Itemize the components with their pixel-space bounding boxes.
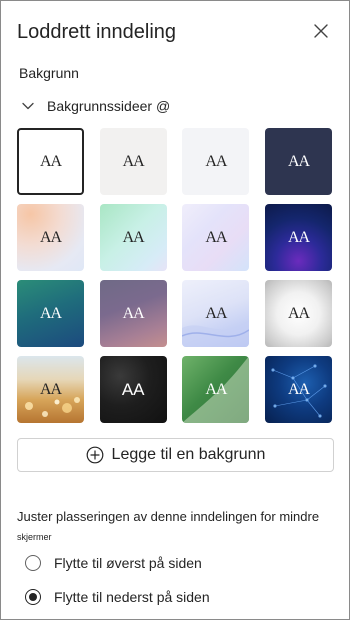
radio-label-bottom: Flytte til nederst på siden [54,589,210,605]
tile-label: AA [39,152,62,170]
bg-tile-light-gray[interactable]: AA [99,128,167,195]
panel-header: Loddrett inndeling [17,19,333,47]
add-circle-icon [86,446,103,464]
tile-label: AA [288,380,310,398]
background-tile-grid: AA AA AA AA AA AA AA AA AA AA AA AA AA A… [17,128,333,423]
tile-label: AA [205,380,227,398]
add-background-button[interactable]: Legge til en bakgrunn [17,438,334,472]
tile-label: AA [288,152,310,170]
bg-tile-white-leaves[interactable]: AA [265,280,333,347]
panel-title: Loddrett inndeling [17,21,177,43]
background-section-label: Bakgrunn [19,65,79,81]
tile-label: AA [288,304,310,322]
bg-tile-blue-wave[interactable]: AA [182,280,250,347]
bg-tile-dark-navy[interactable]: AA [265,128,333,195]
background-group-toggle[interactable]: Bakgrunnssideer @ [19,96,170,116]
bg-tile-pale-gray[interactable]: AA [182,128,250,195]
tile-label: AA [122,152,145,170]
background-group-label: Bakgrunnssideer @ [47,98,171,114]
chevron-down-icon [22,102,34,110]
radio-option-top[interactable]: Flytte til øverst på siden [25,553,202,573]
tile-label: AA [39,228,62,246]
adjust-placement-text: Juster plasseringen av denne inndelingen… [17,509,320,524]
tile-label: AA [122,304,145,322]
radio-option-bottom[interactable]: Flytte til nederst på siden [25,587,210,607]
close-button[interactable] [309,19,333,43]
bg-tile-lavender-gradient[interactable]: AA [182,204,250,271]
tile-label: AA [121,379,145,399]
tile-label: AA [39,304,62,322]
adjust-placement-subtext: skjermer [17,532,52,542]
tile-label: AA [122,228,145,246]
bg-tile-peach-gradient[interactable]: AA [17,204,84,271]
section-panel: Loddrett inndeling Bakgrunn Bakgrunnssid… [0,0,350,620]
bg-tile-gold-bokeh[interactable]: AA [17,356,84,423]
radio-button-top[interactable] [25,555,41,571]
tile-label: AA [205,152,227,170]
bg-tile-black-texture[interactable]: AA [99,356,167,423]
bg-tile-teal-gradient[interactable]: AA [17,280,84,347]
bg-tile-green-curve[interactable]: AA [182,356,250,423]
tile-label: AA [205,304,227,322]
tile-label: AA [39,380,62,398]
bg-tile-white[interactable]: AA [17,128,84,195]
bg-tile-mint-gradient[interactable]: AA [99,204,167,271]
bg-tile-blue-purple-gradient[interactable]: AA [265,204,333,271]
bg-tile-blue-network[interactable]: AA [265,356,333,423]
bg-tile-mauve-gradient[interactable]: AA [99,280,167,347]
radio-button-bottom[interactable] [25,589,41,605]
close-icon [314,24,328,38]
add-background-label: Legge til en bakgrunn [111,446,266,463]
tile-label: AA [205,228,227,246]
radio-label-top: Flytte til øverst på siden [54,555,202,571]
tile-label: AA [288,228,310,246]
